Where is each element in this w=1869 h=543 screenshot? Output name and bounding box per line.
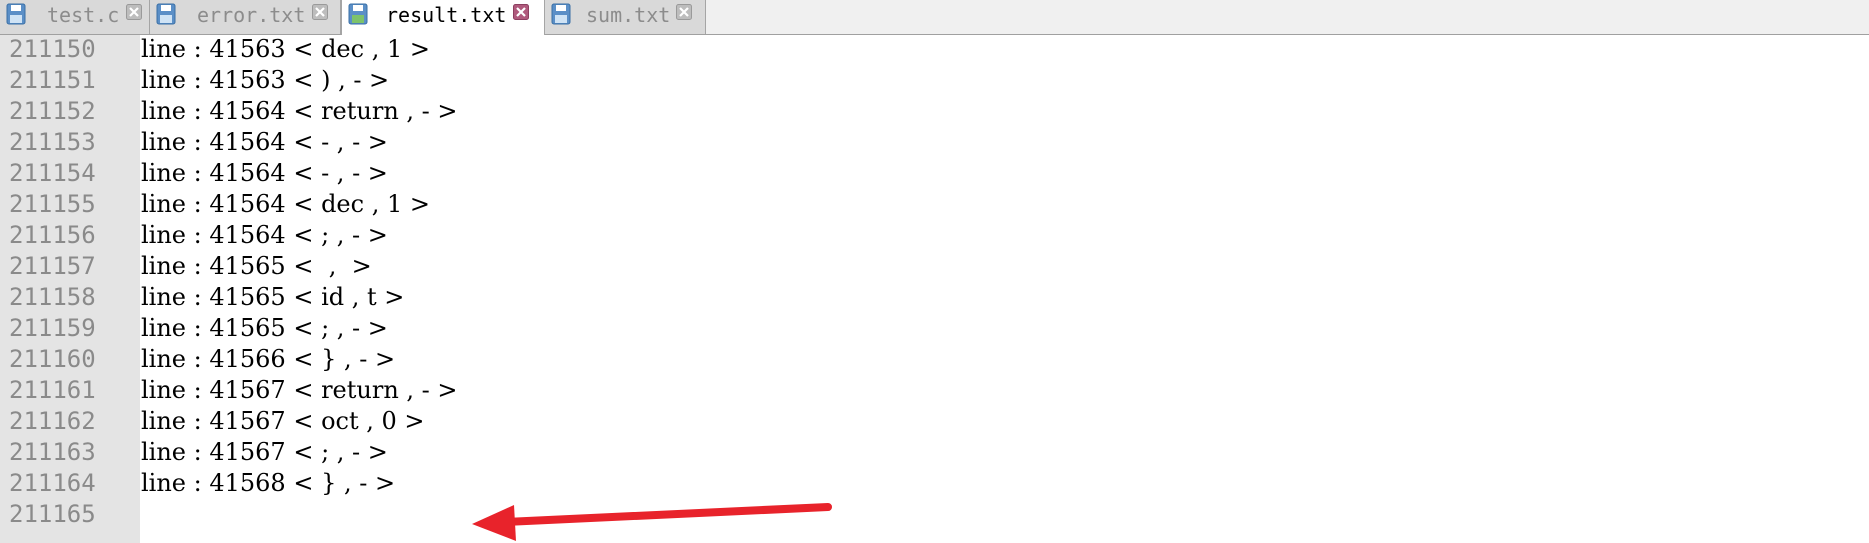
red-arrow-icon <box>472 503 832 541</box>
